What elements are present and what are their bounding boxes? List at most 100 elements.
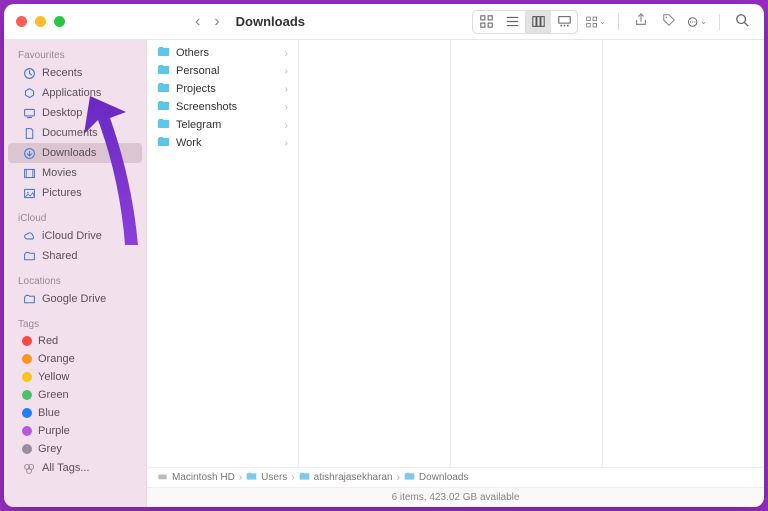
tag-dot-icon [22, 426, 32, 436]
folder-row[interactable]: Others› [147, 44, 298, 62]
movie-icon [22, 166, 36, 180]
column-2[interactable] [299, 40, 451, 467]
sidebar-item-google-drive[interactable]: Google Drive [8, 289, 142, 309]
column-3[interactable] [451, 40, 603, 467]
sidebar-item-label: Documents [42, 127, 98, 139]
sidebar-item-recents[interactable]: Recents [8, 63, 142, 83]
chevron-right-icon: › [285, 102, 288, 113]
folder-name: Personal [176, 65, 219, 77]
status-text: 6 items, 423.02 GB available [392, 492, 520, 503]
sidebar: Favourites Recents Applications Desktop Docu… [4, 40, 147, 507]
sidebar-item-all-tags-[interactable]: All Tags... [8, 458, 142, 478]
shared-icon [22, 249, 36, 263]
sidebar-item-label: Orange [38, 353, 75, 365]
folder-row[interactable]: Projects› [147, 80, 298, 98]
sidebar-item-label: Purple [38, 425, 70, 437]
path-separator: › [397, 472, 400, 483]
folder-icon [299, 472, 310, 484]
sidebar-item-pictures[interactable]: Pictures [8, 183, 142, 203]
sidebar-section-header: Favourites [4, 46, 146, 63]
traffic-lights [16, 16, 65, 27]
tag-dot-icon [22, 408, 32, 418]
sidebar-item-red[interactable]: Red [8, 332, 142, 350]
back-button[interactable]: ‹ [195, 13, 200, 31]
forward-button[interactable]: › [214, 13, 219, 31]
share-button[interactable] [631, 13, 651, 30]
sidebar-item-movies[interactable]: Movies [8, 163, 142, 183]
sidebar-item-label: Downloads [42, 147, 96, 159]
folder-row[interactable]: Telegram› [147, 116, 298, 134]
tag-dot-icon [22, 336, 32, 346]
close-button[interactable] [16, 16, 27, 27]
chevron-right-icon: › [285, 120, 288, 131]
path-separator: › [291, 472, 294, 483]
sidebar-item-label: Grey [38, 443, 62, 455]
folder-row[interactable]: Work › [147, 134, 298, 152]
sidebar-item-label: Shared [42, 250, 77, 262]
content-area: Others›Personal›Projects›Screenshots›Tel… [147, 40, 764, 507]
sidebar-item-grey[interactable]: Grey [8, 440, 142, 458]
sidebar-item-label: Applications [42, 87, 101, 99]
folder-row[interactable]: Personal › [147, 62, 298, 80]
folder-icon [157, 100, 170, 114]
zoom-button[interactable] [54, 16, 65, 27]
sidebar-item-label: All Tags... [42, 462, 90, 474]
sidebar-item-green[interactable]: Green [8, 386, 142, 404]
sidebar-item-shared[interactable]: Shared [8, 246, 142, 266]
folder-name: Work [176, 137, 201, 149]
tags-button[interactable] [659, 13, 679, 30]
path-segment[interactable]: Users [261, 472, 287, 483]
view-mode-group [472, 10, 578, 34]
folder-icon [157, 118, 170, 132]
pic-icon [22, 186, 36, 200]
sidebar-item-purple[interactable]: Purple [8, 422, 142, 440]
folder-icon [246, 472, 257, 484]
tag-dot-icon [22, 444, 32, 454]
action-button[interactable]: ⌄ [687, 15, 707, 29]
search-button[interactable] [732, 13, 752, 30]
group-by-button[interactable]: ⌄ [586, 15, 606, 29]
tag-dot-icon [22, 354, 32, 364]
folder-name: Screenshots [176, 101, 237, 113]
sidebar-item-icloud-drive[interactable]: iCloud Drive [8, 226, 142, 246]
finder-window: ‹ › Downloads ⌄ ⌄ Favourites Recents Appli… [4, 4, 764, 507]
window-title: Downloads [236, 14, 305, 29]
folder-row[interactable]: Screenshots › [147, 98, 298, 116]
view-icons-button[interactable] [473, 11, 499, 33]
sidebar-item-documents[interactable]: Documents [8, 123, 142, 143]
sidebar-section-header: Locations [4, 272, 146, 289]
chevron-right-icon: › [285, 84, 288, 95]
path-segment[interactable]: Macintosh HD [172, 472, 235, 483]
sidebar-item-blue[interactable]: Blue [8, 404, 142, 422]
chevron-right-icon: › [285, 48, 288, 59]
sidebar-section-header: Tags [4, 315, 146, 332]
path-segment[interactable]: atishrajasekharan [314, 472, 393, 483]
apps-icon [22, 86, 36, 100]
sidebar-item-label: Recents [42, 67, 82, 79]
sidebar-item-desktop[interactable]: Desktop [8, 103, 142, 123]
sidebar-item-applications[interactable]: Applications [8, 83, 142, 103]
minimize-button[interactable] [35, 16, 46, 27]
sidebar-item-label: Red [38, 335, 58, 347]
view-gallery-button[interactable] [551, 11, 577, 33]
column-1[interactable]: Others›Personal›Projects›Screenshots›Tel… [147, 40, 299, 467]
sidebar-item-yellow[interactable]: Yellow [8, 368, 142, 386]
folder-icon [404, 472, 415, 484]
view-list-button[interactable] [499, 11, 525, 33]
path-segment[interactable]: Downloads [419, 472, 468, 483]
window-body: Favourites Recents Applications Desktop Docu… [4, 40, 764, 507]
view-columns-button[interactable] [525, 11, 551, 33]
toolbar-right: ⌄ ⌄ [472, 10, 752, 34]
clock-icon [22, 66, 36, 80]
path-bar: Macintosh HD›Users›atishrajasekharan›Dow… [147, 467, 764, 487]
sidebar-item-label: iCloud Drive [42, 230, 102, 242]
alltags-icon [22, 461, 36, 475]
chevron-right-icon: › [285, 138, 288, 149]
sidebar-item-label: Blue [38, 407, 60, 419]
sidebar-item-label: Green [38, 389, 69, 401]
column-4[interactable] [603, 40, 764, 467]
sidebar-item-orange[interactable]: Orange [8, 350, 142, 368]
sidebar-item-downloads[interactable]: Downloads [8, 143, 142, 163]
sidebar-section-header: iCloud [4, 209, 146, 226]
chevron-right-icon: › [285, 66, 288, 77]
